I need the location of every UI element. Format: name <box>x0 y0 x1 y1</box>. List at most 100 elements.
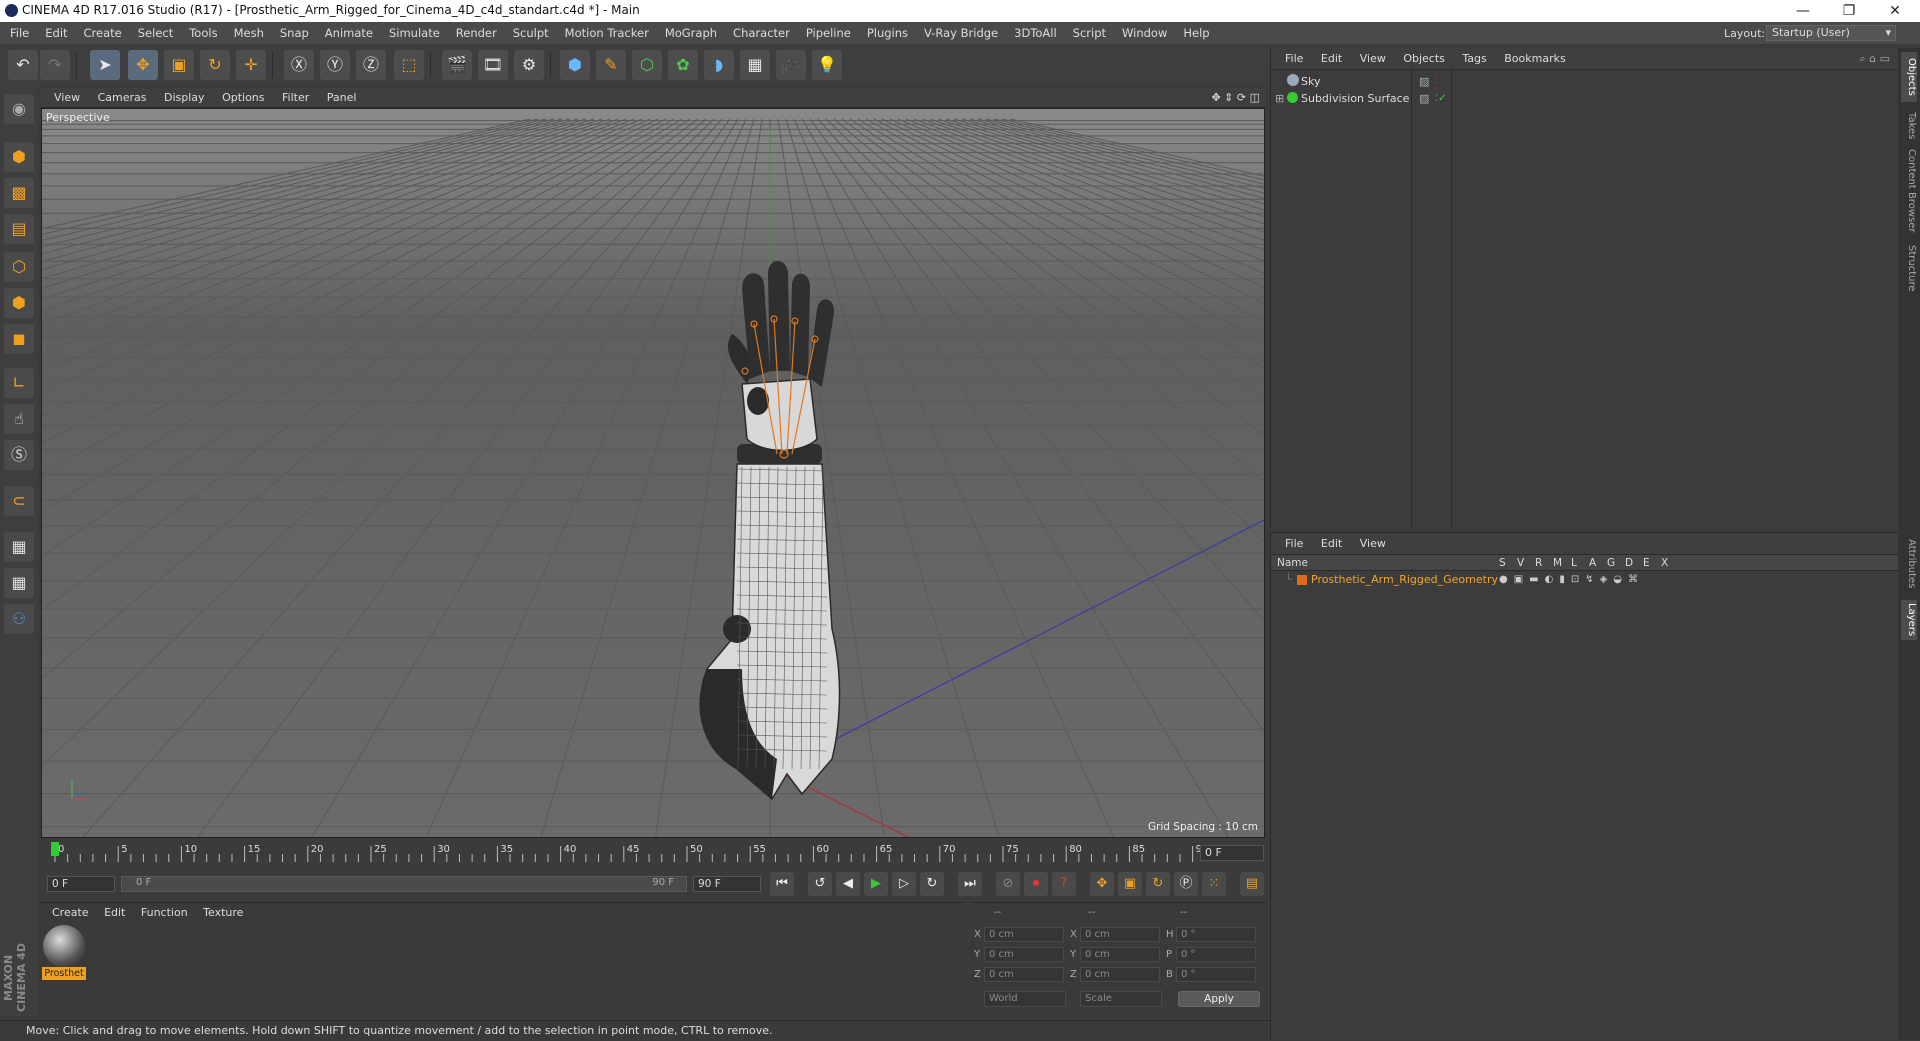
key-position-icon[interactable]: ✥ <box>1090 872 1114 896</box>
menu-render[interactable]: Render <box>456 26 497 40</box>
menu-vray-bridge[interactable]: V-Ray Bridge <box>924 26 998 40</box>
timeline-window-icon[interactable]: ▤ <box>1240 872 1264 896</box>
solo-mode-icon[interactable]: Ⓢ <box>4 440 34 470</box>
key-param-icon[interactable]: Ⓟ <box>1174 872 1198 896</box>
render-view-icon[interactable]: 🎬 <box>442 50 472 80</box>
menu-pipeline[interactable]: Pipeline <box>806 26 851 40</box>
objmgr-menu-bookmarks[interactable]: Bookmarks <box>1504 52 1565 65</box>
size-y-field[interactable]: 0 cm <box>1080 947 1160 962</box>
menu-create[interactable]: Create <box>84 26 122 40</box>
layermgr-menu-file[interactable]: File <box>1285 537 1303 550</box>
menu-window[interactable]: Window <box>1122 26 1167 40</box>
menu-select[interactable]: Select <box>138 26 173 40</box>
side-tab-takes[interactable]: Takes <box>1901 108 1917 144</box>
viewport-nav-icons[interactable]: ✥ ⇕ ⟳ ◫ <box>1211 88 1260 108</box>
col-xref[interactable]: X <box>1661 555 1668 571</box>
menu-snap[interactable]: Snap <box>280 26 309 40</box>
timeline-ruler[interactable]: 051015202530354045505560657075808590 <box>41 840 1265 866</box>
motion-record-icon[interactable]: ⊘ <box>996 872 1020 896</box>
coord-mode-select[interactable]: Scale <box>1080 991 1162 1007</box>
key-rotation-icon[interactable]: ↻ <box>1146 872 1170 896</box>
menu-character[interactable]: Character <box>733 26 790 40</box>
menu-file[interactable]: File <box>10 26 29 40</box>
scale-tool-icon[interactable]: ▣ <box>164 50 194 80</box>
menu-edit[interactable]: Edit <box>45 26 67 40</box>
key-scale-icon[interactable]: ▣ <box>1118 872 1142 896</box>
pos-y-field[interactable]: 0 cm <box>984 947 1064 962</box>
frame-range-slider[interactable]: 0 F 90 F <box>121 876 687 892</box>
pos-z-field[interactable]: 0 cm <box>984 967 1064 982</box>
viewport-menu-options[interactable]: Options <box>222 91 264 104</box>
side-tab-layers[interactable]: Layers <box>1901 600 1917 640</box>
camera-label[interactable]: Perspective <box>46 111 110 124</box>
render-picture-viewer-icon[interactable]: 🎞 <box>478 50 508 80</box>
workplane-mode-icon[interactable]: ▤ <box>4 214 34 244</box>
texture-mode-icon[interactable]: ▩ <box>4 178 34 208</box>
axis-mode-icon[interactable]: ∟ <box>4 368 34 398</box>
python-icon[interactable]: ⚇ <box>4 604 34 634</box>
subdivision-surface-icon[interactable]: ⬡ <box>632 50 662 80</box>
menu-simulate[interactable]: Simulate <box>389 26 440 40</box>
col-view[interactable]: V <box>1517 555 1524 571</box>
render-settings-icon[interactable]: ⚙ <box>514 50 544 80</box>
col-expressions[interactable]: E <box>1643 555 1650 571</box>
rot-h-field[interactable]: 0 ° <box>1176 927 1256 942</box>
menu-3dtoall[interactable]: 3DToAll <box>1014 26 1057 40</box>
play-icon[interactable]: ▶ <box>864 872 888 896</box>
end-frame-field[interactable]: 90 F <box>693 876 761 892</box>
objmgr-search-icon[interactable]: ⌕ ⌂ ▭ <box>1859 48 1890 70</box>
menu-mesh[interactable]: Mesh <box>234 26 264 40</box>
menu-script[interactable]: Script <box>1073 26 1106 40</box>
edit-toggle-icon[interactable]: ▨ <box>1419 73 1429 90</box>
material-menu-function[interactable]: Function <box>141 906 188 919</box>
workplane-lock-icon[interactable]: ▦ <box>4 532 34 562</box>
side-tab-structure[interactable]: Structure <box>1901 240 1917 296</box>
material-menu-create[interactable]: Create <box>52 906 89 919</box>
floor-scene-icon[interactable]: ▦ <box>740 50 770 80</box>
layer-color-swatch[interactable] <box>1297 575 1307 585</box>
cube-primitive-icon[interactable]: ⬢ <box>560 50 590 80</box>
minimize-button[interactable]: — <box>1780 0 1826 22</box>
coordinate-system-icon[interactable]: ⬚ <box>394 50 424 80</box>
menu-tools[interactable]: Tools <box>189 26 217 40</box>
visibility-dots-icon[interactable]: ⁚ <box>1435 73 1438 90</box>
col-animation[interactable]: A <box>1589 555 1596 571</box>
material-swatch[interactable]: Prosthet <box>42 925 86 983</box>
object-row-sky[interactable]: Sky ▨ ⁚ <box>1271 73 1898 90</box>
make-editable-icon[interactable]: ◉ <box>4 94 34 124</box>
rot-p-field[interactable]: 0 ° <box>1176 947 1256 962</box>
side-tab-attributes[interactable]: Attributes <box>1901 534 1917 594</box>
undo-icon[interactable]: ↶ <box>8 50 38 80</box>
prev-frame-icon[interactable]: ◀ <box>836 872 860 896</box>
auto-keyframe-icon[interactable]: ? <box>1052 872 1076 896</box>
layer-toggle-icons[interactable]: ●▣▬◐▮⊡↯◈◒⌘ <box>1499 571 1644 589</box>
select-arrow-icon[interactable]: ➤ <box>90 50 120 80</box>
size-x-field[interactable]: 0 cm <box>1080 927 1160 942</box>
points-mode-icon[interactable]: ⬡ <box>4 252 34 282</box>
menu-help[interactable]: Help <box>1183 26 1209 40</box>
objmgr-menu-file[interactable]: File <box>1285 52 1303 65</box>
goto-end-icon[interactable]: ⏭ <box>958 872 982 896</box>
array-cloner-icon[interactable]: ✿ <box>668 50 698 80</box>
objmgr-menu-edit[interactable]: Edit <box>1321 52 1342 65</box>
pos-x-field[interactable]: 0 cm <box>984 927 1064 942</box>
edges-mode-icon[interactable]: ⬢ <box>4 288 34 318</box>
menu-sculpt[interactable]: Sculpt <box>513 26 549 40</box>
objmgr-menu-view[interactable]: View <box>1360 52 1386 65</box>
record-keyframe-icon[interactable]: ⏺ <box>1024 872 1048 896</box>
col-solo[interactable]: S <box>1499 555 1506 571</box>
deformer-bend-icon[interactable]: ◗ <box>704 50 734 80</box>
col-manager[interactable]: M <box>1553 555 1562 571</box>
rot-b-field[interactable]: 0 ° <box>1176 967 1256 982</box>
apply-button[interactable]: Apply <box>1178 991 1260 1007</box>
material-menu-texture[interactable]: Texture <box>203 906 243 919</box>
spline-pen-icon[interactable]: ✎ <box>596 50 626 80</box>
live-select-icon[interactable]: ✛ <box>236 50 266 80</box>
col-locked[interactable]: L <box>1571 555 1577 571</box>
y-axis-lock-icon[interactable]: Ⓨ <box>320 50 350 80</box>
layer-row[interactable]: └ Prosthetic_Arm_Rigged_Geometry ●▣▬◐▮⊡↯… <box>1271 571 1898 589</box>
menu-mograph[interactable]: MoGraph <box>665 26 717 40</box>
layermgr-menu-edit[interactable]: Edit <box>1321 537 1342 550</box>
viewport-menu-filter[interactable]: Filter <box>282 91 309 104</box>
viewport-menu-panel[interactable]: Panel <box>327 91 357 104</box>
